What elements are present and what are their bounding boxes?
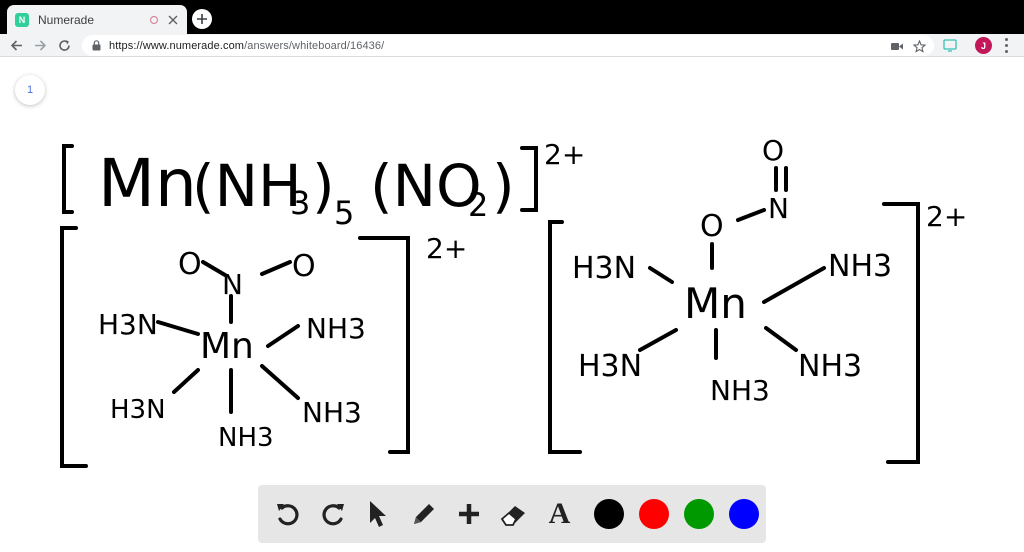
formula-ligand2: (NO (370, 152, 482, 220)
formula-open-bracket (62, 144, 74, 214)
right-bond-n-o-double (774, 166, 788, 192)
pointer-icon (370, 501, 387, 527)
formula-close2: ) (492, 152, 515, 220)
formula-sub1: 3 (290, 184, 310, 222)
left-bond-h3n-mn-upper (156, 320, 200, 336)
left-nitro-o1: O (178, 247, 202, 282)
left-nh3-upper: NH3 (306, 312, 366, 345)
formula-close1: ) (312, 152, 335, 220)
eraser-icon (501, 506, 526, 526)
right-metal: Mn (684, 279, 747, 328)
left-close-bracket (358, 236, 410, 454)
text-icon: A (548, 497, 571, 530)
pencil-icon (413, 504, 434, 524)
right-bond-mn-nh3-upper (762, 266, 826, 304)
handwritten-drawing: Mn (NH 3 ) 5 (NO 2 ) 2+ 2+ O N O Mn H3N … (60, 134, 967, 468)
color-green-swatch[interactable] (683, 499, 714, 529)
left-nh3-lower: NH3 (302, 396, 362, 429)
add-tool-button[interactable] (451, 496, 487, 532)
undo-button[interactable] (270, 496, 306, 532)
add-icon (458, 504, 479, 524)
left-h3n-upper: H3N (98, 308, 158, 341)
left-nitro-n: N (222, 268, 243, 301)
left-open-bracket (60, 226, 88, 468)
left-bond-n-o (260, 260, 292, 276)
color-red-swatch[interactable] (639, 499, 669, 529)
right-nh3-upper: NH3 (828, 249, 892, 284)
left-charge: 2+ (426, 232, 467, 265)
left-nitro-o2: O (292, 249, 316, 284)
left-metal: Mn (200, 326, 254, 367)
left-bond-mn-nh3-upper (266, 324, 300, 348)
right-bond-mn-nh3-lower (764, 326, 798, 352)
right-h3n-upper: H3N (572, 251, 636, 286)
right-nitrite-o-bound: O (700, 209, 724, 244)
right-nitrite-o-top: O (762, 134, 784, 167)
right-bond-o-n (736, 208, 766, 222)
right-bond-mn-h3n-lower (638, 328, 678, 352)
right-h3n-lower: H3N (578, 349, 642, 384)
formula-charge: 2+ (544, 138, 585, 171)
formula-count1: 5 (334, 194, 354, 232)
formula-sub2: 2 (468, 186, 488, 224)
color-blue-swatch[interactable] (728, 499, 759, 529)
right-nh3-bottom: NH3 (710, 374, 770, 407)
right-charge: 2+ (926, 200, 967, 233)
right-bond-h3n-mn-upper (648, 266, 674, 284)
whiteboard-tool-palette: A (258, 485, 766, 543)
undo-icon (276, 504, 299, 526)
left-nh3-bottom: NH3 (218, 423, 274, 453)
left-h3n-lower: H3N (110, 395, 166, 425)
right-nh3-lower: NH3 (798, 349, 862, 384)
formula-metal: Mn (98, 145, 197, 222)
left-bond-mn-nh3-lower (260, 364, 300, 400)
pencil-tool-button[interactable] (406, 496, 442, 532)
right-close-bracket (882, 202, 920, 464)
color-black-swatch[interactable] (594, 499, 625, 529)
pointer-tool-button[interactable] (361, 496, 397, 532)
eraser-tool-button[interactable] (496, 496, 532, 532)
right-nitrite-n: N (768, 192, 789, 225)
text-tool-button[interactable]: A (542, 496, 578, 532)
redo-button[interactable] (315, 496, 351, 532)
formula-close-bracket (520, 146, 538, 212)
left-bond-mn-h3n-lower (172, 368, 200, 394)
redo-icon (322, 504, 345, 526)
formula-ligand1: (NH (192, 152, 302, 220)
